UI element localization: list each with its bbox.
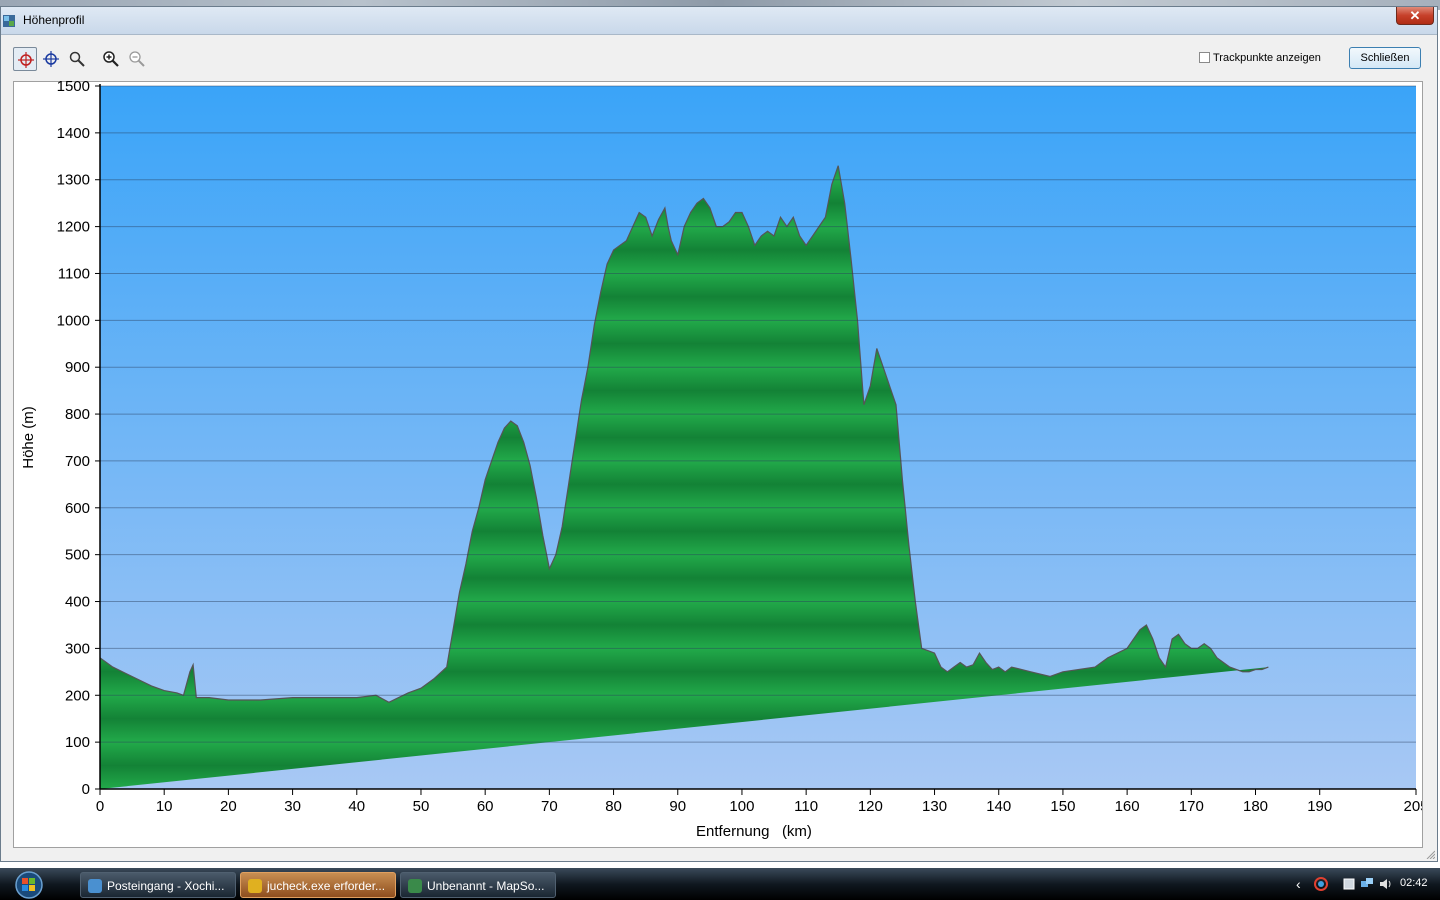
y-tick-label: 1500 xyxy=(57,80,90,95)
crosshair-button[interactable] xyxy=(39,47,63,71)
y-tick-label: 1300 xyxy=(57,172,90,189)
taskbar-button-label: Unbenannt - MapSo... xyxy=(427,879,545,893)
elevation-chart[interactable]: 0100200300400500600700800900100011001200… xyxy=(12,80,1422,840)
x-tick-label: 130 xyxy=(922,798,947,815)
x-tick-label: 180 xyxy=(1243,798,1268,815)
taskbar-button[interactable]: jucheck.exe erforder... xyxy=(240,872,396,898)
zoom-area-button[interactable] xyxy=(65,47,89,71)
x-tick-label: 140 xyxy=(986,798,1011,815)
x-tick-label: 100 xyxy=(729,798,754,815)
taskbar-button[interactable]: Unbenannt - MapSo... xyxy=(400,872,556,898)
y-tick-label: 500 xyxy=(65,547,90,564)
window-title: Höhenprofil xyxy=(23,13,85,27)
y-tick-label: 1100 xyxy=(58,265,90,282)
x-tick-label: 160 xyxy=(1115,798,1140,815)
zoom-area-icon xyxy=(69,51,85,67)
x-tick-label: 30 xyxy=(284,798,301,815)
x-tick-label: 60 xyxy=(477,798,494,815)
x-tick-label: 70 xyxy=(541,798,558,815)
x-tick-label: 90 xyxy=(669,798,686,815)
trackpoints-toggle[interactable]: Trackpunkte anzeigen xyxy=(1199,52,1321,64)
y-tick-label: 0 xyxy=(82,781,90,798)
x-tick-label: 50 xyxy=(413,798,430,815)
x-tick-label: 40 xyxy=(348,798,365,815)
crosshair-select-icon xyxy=(18,52,34,68)
device-icon[interactable] xyxy=(1342,877,1356,891)
taskbar-button-label: Posteingang - Xochi... xyxy=(107,879,225,893)
x-tick-label: 10 xyxy=(156,798,173,815)
window-close-button[interactable]: ✕ xyxy=(1396,7,1434,25)
volume-icon[interactable] xyxy=(1378,877,1392,891)
tray-expand-icon[interactable]: ‹ xyxy=(1296,876,1301,892)
update-icon[interactable] xyxy=(1314,877,1328,891)
y-axis-label: Höhe (m) xyxy=(20,406,37,469)
y-tick-label: 800 xyxy=(65,406,90,423)
x-tick-label: 110 xyxy=(794,798,818,815)
y-tick-label: 200 xyxy=(65,687,90,704)
taskbar-app-icon xyxy=(88,879,102,893)
y-tick-label: 100 xyxy=(65,734,90,751)
y-tick-label: 600 xyxy=(65,500,90,517)
y-tick-label: 1200 xyxy=(57,219,90,236)
taskbar-button[interactable]: Posteingang - Xochi... xyxy=(80,872,236,898)
clock[interactable]: 02:42 xyxy=(1400,877,1428,889)
y-tick-label: 700 xyxy=(65,453,90,470)
network-icon[interactable] xyxy=(1360,877,1374,891)
x-tick-label: 190 xyxy=(1307,798,1332,815)
x-tick-label: 0 xyxy=(96,798,104,815)
taskbar-app-icon xyxy=(408,879,422,893)
resize-grip-icon[interactable] xyxy=(1425,849,1435,859)
x-tick-label: 205 xyxy=(1403,798,1422,815)
zoom-out-button[interactable] xyxy=(125,47,149,71)
y-tick-label: 400 xyxy=(65,594,90,611)
taskbar-button-label: jucheck.exe erforder... xyxy=(267,879,386,893)
start-button-icon[interactable] xyxy=(10,871,48,899)
x-tick-label: 20 xyxy=(220,798,237,815)
x-tick-label: 120 xyxy=(858,798,883,815)
y-tick-label: 300 xyxy=(65,640,90,657)
x-tick-label: 150 xyxy=(1050,798,1075,815)
crosshair-select-button[interactable] xyxy=(13,47,37,71)
title-bar[interactable]: Höhenprofil ✕ xyxy=(1,7,1437,35)
close-dialog-button[interactable]: Schließen xyxy=(1349,47,1421,69)
y-tick-label: 900 xyxy=(65,359,90,376)
x-axis-label: Entfernung (km) xyxy=(696,823,812,840)
zoom-in-button[interactable] xyxy=(99,47,123,71)
crosshair-icon xyxy=(43,51,59,67)
app-icon xyxy=(3,15,15,27)
taskbar-app-icon xyxy=(248,879,262,893)
x-tick-label: 170 xyxy=(1179,798,1204,815)
y-tick-label: 1400 xyxy=(57,125,90,142)
system-tray: ‹ 02:42 xyxy=(1296,868,1440,900)
trackpoints-checkbox[interactable] xyxy=(1199,52,1210,63)
zoom-out-icon xyxy=(129,51,145,67)
x-tick-label: 80 xyxy=(605,798,622,815)
zoom-in-icon xyxy=(103,51,119,67)
y-tick-label: 1000 xyxy=(57,312,90,329)
trackpoints-label: Trackpunkte anzeigen xyxy=(1213,52,1321,64)
